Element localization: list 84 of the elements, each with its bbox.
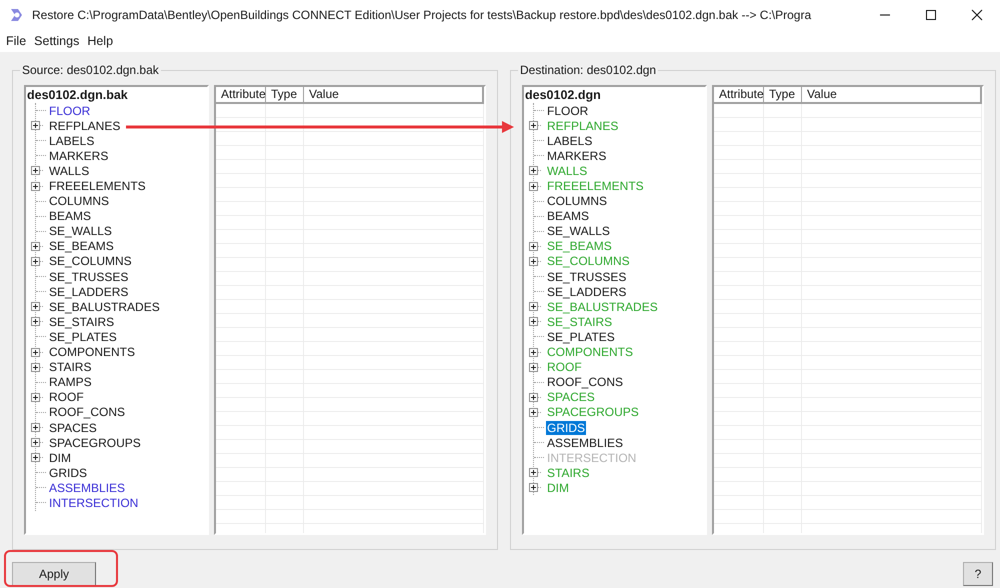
expand-icon[interactable]	[31, 362, 40, 372]
tree-item[interactable]: REFPLANES	[48, 118, 122, 133]
expand-icon[interactable]	[31, 348, 40, 357]
tree-item[interactable]: SPACES	[48, 420, 98, 435]
column-header[interactable]: Type	[266, 87, 304, 102]
expand-icon[interactable]	[529, 483, 538, 492]
column-header[interactable]: Value	[802, 87, 980, 102]
tree-root[interactable]: des0102.dgn	[525, 88, 705, 103]
expand-icon[interactable]	[31, 182, 40, 191]
expand-icon[interactable]	[31, 121, 40, 130]
expand-icon[interactable]	[529, 408, 538, 417]
help-button[interactable]: ?	[963, 562, 993, 586]
expand-icon[interactable]	[529, 468, 538, 478]
tree-item[interactable]: COLUMNS	[48, 194, 110, 208]
maximize-icon[interactable]	[925, 9, 937, 21]
expand-icon[interactable]	[529, 317, 538, 326]
close-icon[interactable]	[971, 9, 983, 21]
tree-item[interactable]: ROOF_CONS	[48, 405, 126, 420]
tree-item[interactable]: ASSEMBLIES	[546, 436, 624, 450]
expand-icon[interactable]	[31, 392, 40, 402]
column-header[interactable]: Attribute	[714, 87, 764, 102]
tree-item[interactable]: STAIRS	[48, 360, 92, 374]
expand-icon[interactable]	[529, 182, 538, 191]
tree-item[interactable]: LABELS	[546, 134, 594, 148]
tree-item[interactable]: DIM	[48, 450, 72, 465]
tree-item[interactable]: SE_COLUMNS	[48, 254, 133, 268]
expand-icon[interactable]	[31, 438, 40, 448]
tree-item[interactable]: SPACEGROUPS	[48, 436, 142, 450]
tree-item[interactable]: FREEELEMENTS	[48, 179, 147, 194]
column-header[interactable]: Value	[304, 87, 482, 102]
tree-root[interactable]: des0102.dgn.bak	[27, 88, 207, 103]
column-header[interactable]: Type	[764, 87, 802, 102]
menu-item[interactable]: Settings	[30, 32, 84, 50]
tree-item[interactable]: INTERSECTION	[48, 496, 140, 510]
tree-item[interactable]: SE_PLATES	[48, 330, 118, 344]
expand-icon[interactable]	[31, 423, 40, 432]
apply-button[interactable]: Apply	[12, 562, 96, 586]
menu-item[interactable]: File	[2, 32, 30, 50]
expand-icon[interactable]	[529, 348, 538, 357]
tree-item[interactable]: RAMPS	[48, 375, 93, 390]
tree-item[interactable]: WALLS	[48, 164, 90, 178]
tree-item[interactable]: ROOF_CONS	[546, 375, 624, 390]
expand-icon[interactable]	[529, 362, 538, 372]
expand-icon[interactable]	[31, 242, 40, 251]
tree-item[interactable]: MARKERS	[546, 148, 608, 163]
tree-item[interactable]: FLOOR	[48, 104, 92, 118]
expand-icon[interactable]	[31, 453, 40, 462]
expand-icon[interactable]	[529, 242, 538, 251]
tree-item[interactable]: MARKERS	[48, 148, 110, 163]
tree-item[interactable]: ASSEMBLIES	[48, 480, 126, 495]
tree-item[interactable]: SE_WALLS	[546, 224, 611, 238]
tree-item[interactable]: SE_LADDERS	[48, 284, 130, 299]
tree-item[interactable]: ROOF	[48, 390, 85, 404]
tree-item[interactable]: SE_STAIRS	[48, 314, 116, 329]
expand-icon[interactable]	[31, 256, 40, 266]
column-header[interactable]: Attribute	[216, 87, 266, 102]
app-icon	[8, 7, 24, 23]
tree-item[interactable]: SE_WALLS	[48, 224, 113, 238]
tree-item[interactable]: LABELS	[48, 134, 96, 148]
expand-icon[interactable]	[31, 317, 40, 326]
menu-item[interactable]: Help	[83, 32, 118, 50]
expand-icon[interactable]	[31, 166, 40, 176]
tree-item[interactable]: SE_PLATES	[546, 330, 616, 344]
tree-item[interactable]: BEAMS	[48, 209, 92, 224]
tree-item[interactable]: COMPONENTS	[48, 345, 136, 360]
window-title: Restore C:\ProgramData\Bentley\OpenBuildings CONNECT Edition\User Projects for tests\Backup restore.bpd\des\des0102.dgn.bak --> C:\Progra	[32, 7, 812, 24]
tree-item[interactable]: COLUMNS	[546, 194, 608, 208]
expand-icon[interactable]	[529, 121, 538, 130]
expand-icon[interactable]	[529, 166, 538, 176]
group-label: Source: des0102.dgn.bak	[20, 63, 161, 77]
tree-item[interactable]: GRIDS	[48, 466, 88, 480]
tree-item[interactable]: SE_TRUSSES	[48, 270, 130, 284]
tree-item[interactable]: GRIDS	[546, 420, 586, 435]
tree-item[interactable]: BEAMS	[546, 209, 590, 224]
tree-item[interactable]: SE_LADDERS	[546, 284, 628, 299]
expand-icon[interactable]	[529, 256, 538, 266]
group-label: Destination: des0102.dgn	[518, 63, 658, 77]
tree-item[interactable]: SE_BEAMS	[48, 239, 115, 254]
expand-icon[interactable]	[529, 392, 538, 402]
expand-icon[interactable]	[31, 302, 40, 312]
expand-icon[interactable]	[529, 302, 538, 312]
tree-item[interactable]: SE_BALUSTRADES	[48, 300, 161, 314]
tree-item[interactable]: SE_TRUSSES	[546, 270, 628, 284]
tree-item[interactable]: FLOOR	[546, 104, 590, 118]
